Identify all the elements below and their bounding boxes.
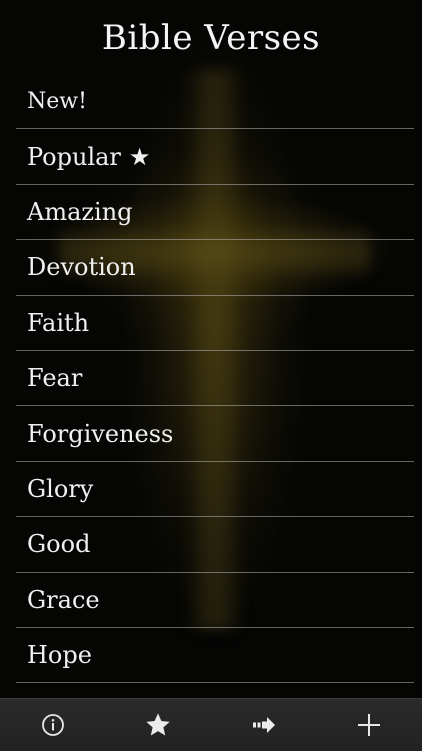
list-item-label: Faith	[27, 309, 89, 337]
list-item-good[interactable]: Good	[16, 517, 414, 572]
list-item-popular[interactable]: Popular ★	[16, 129, 414, 184]
list-item-label: Devotion	[27, 253, 136, 281]
category-list: New! Popular ★ Amazing Devotion Faith Fe…	[16, 74, 414, 683]
list-item-label: Grace	[27, 586, 100, 614]
list-item-glory[interactable]: Glory	[16, 462, 414, 517]
share-arrow-icon	[250, 713, 278, 737]
list-item-new[interactable]: New!	[16, 74, 414, 129]
bottom-toolbar	[0, 698, 422, 751]
list-item-faith[interactable]: Faith	[16, 296, 414, 351]
list-item-label: Forgiveness	[27, 420, 173, 448]
list-item-label: Popular	[27, 143, 121, 171]
list-item-forgiveness[interactable]: Forgiveness	[16, 406, 414, 461]
list-item-label: New!	[27, 89, 87, 114]
favorites-button[interactable]	[106, 699, 212, 751]
share-button[interactable]	[211, 699, 317, 751]
page-title: Bible Verses	[0, 18, 422, 58]
add-icon	[356, 712, 382, 738]
list-item-hope[interactable]: Hope	[16, 628, 414, 683]
list-item-label: Fear	[27, 364, 82, 392]
add-button[interactable]	[317, 699, 422, 751]
list-item-amazing[interactable]: Amazing	[16, 185, 414, 240]
list-item-label: Hope	[27, 641, 92, 669]
info-icon	[41, 713, 65, 737]
list-item-label: Good	[27, 530, 90, 558]
list-item-label: Amazing	[27, 198, 133, 226]
list-item-fear[interactable]: Fear	[16, 351, 414, 406]
info-button[interactable]	[0, 699, 106, 751]
favorites-star-icon	[144, 711, 172, 739]
list-item-devotion[interactable]: Devotion	[16, 240, 414, 295]
list-item-label: Glory	[27, 475, 93, 503]
star-icon: ★	[129, 143, 151, 171]
list-item-grace[interactable]: Grace	[16, 573, 414, 628]
